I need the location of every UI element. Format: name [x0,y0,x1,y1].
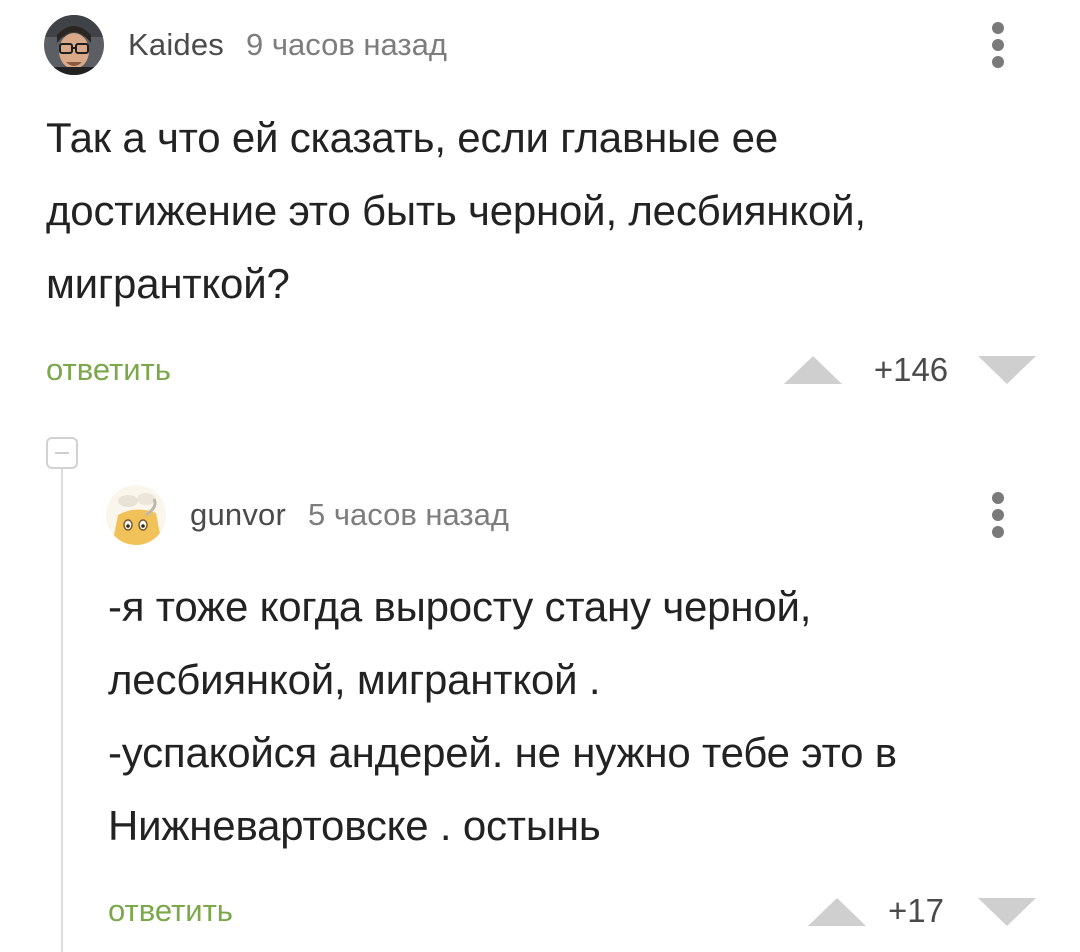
rating-value: +17 [888,892,944,929]
arrow-up-triangle-icon[interactable] [784,356,842,389]
rating-value: +146 [873,351,949,388]
author-name[interactable]: Kaides [128,27,224,63]
timestamp: 5 часов назад [308,497,509,532]
arrow-down-triangle-icon[interactable] [978,356,1036,389]
thread-line[interactable] [61,469,63,952]
comment-header: gunvor 5 часов назад [106,484,509,546]
reply-button[interactable]: ответить [108,893,233,929]
more-vertical-icon[interactable] [988,492,1008,538]
timestamp: 9 часов назад [246,27,447,62]
comment-text: Так а что ей сказать, если главные ее до… [46,114,866,307]
arrow-down-triangle-icon[interactable] [978,898,1036,931]
reply-button[interactable]: ответить [46,352,171,388]
author-name[interactable]: gunvor [190,497,286,533]
user-avatar-photo-icon [44,15,104,75]
user-avatar-cartoon-icon [106,485,166,545]
avatar[interactable] [44,15,104,75]
avatar[interactable] [106,485,166,545]
arrow-up-triangle-icon[interactable] [808,898,866,931]
comment-text: -я тоже когда выросту стану черной, лесб… [108,583,897,849]
more-vertical-icon[interactable] [988,22,1008,68]
comment-header: Kaides 9 часов назад [44,14,447,76]
collapse-minus-icon[interactable] [46,437,78,469]
